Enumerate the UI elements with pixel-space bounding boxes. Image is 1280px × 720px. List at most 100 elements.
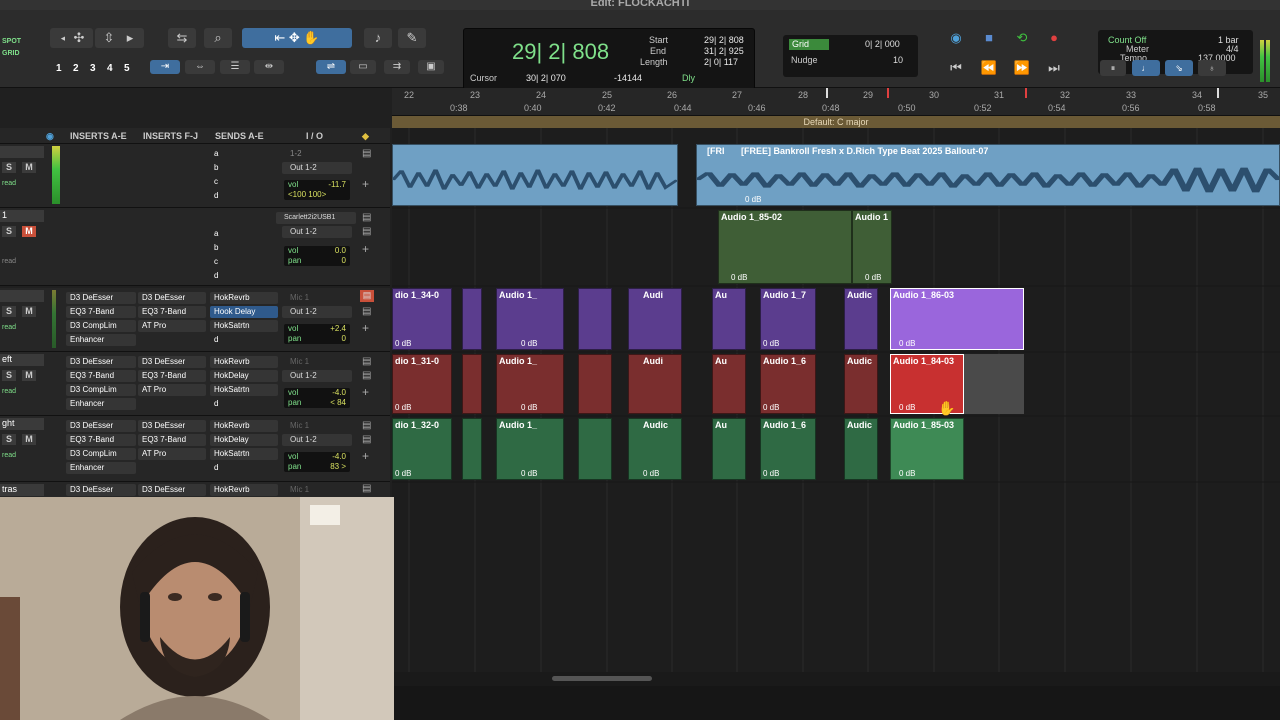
green-clip-4[interactable] <box>578 418 612 480</box>
send-a[interactable]: HokRevrb <box>210 292 278 304</box>
selection-end-marker[interactable] <box>1025 88 1027 98</box>
track-header-lead[interactable]: S M read D3 DeEsser EQ3 7-Band D3 CompLi… <box>0 288 390 352</box>
mute-button[interactable]: M <box>22 370 36 381</box>
midi-merge-icon[interactable]: ⏸ <box>1100 60 1126 76</box>
zoom-preset-2[interactable]: 2 <box>73 63 79 74</box>
input-selector[interactable]: Mic 1 <box>282 292 352 304</box>
track-menu-icon[interactable]: ▤ <box>362 356 371 367</box>
keyboard-focus-icon[interactable]: ▣ <box>418 60 444 74</box>
send-c[interactable]: c <box>210 176 278 188</box>
track-menu-icon[interactable]: ▤ <box>360 290 374 302</box>
purple-clip-1[interactable]: dio 1_34-0 0 dB <box>392 288 452 350</box>
input-selector[interactable]: 1-2 <box>282 148 352 160</box>
volume-pan-display[interactable]: vol +2.4 pan 0 <box>284 324 350 344</box>
track-header-left[interactable]: eft S M read D3 DeEsser EQ3 7-Band D3 Co… <box>0 352 390 416</box>
insert-h[interactable]: AT Pro <box>138 320 206 332</box>
send-d[interactable]: d <box>210 334 278 346</box>
automation-mode[interactable]: read <box>2 180 16 187</box>
automation-mode[interactable]: read <box>2 388 16 395</box>
grid-value[interactable]: 0| 2| 000 <box>865 39 900 49</box>
automation-mode[interactable]: read <box>2 258 16 265</box>
track-menu-icon[interactable]: ▤ <box>362 483 371 494</box>
input-selector[interactable]: Scarlett2i2USB1 <box>276 212 356 224</box>
output-selector[interactable]: Out 1-2 <box>282 370 352 382</box>
solo-button[interactable]: S <box>2 434 16 445</box>
metronome-icon[interactable]: ♁ <box>1198 60 1226 76</box>
start-value[interactable]: 29| 2| 808 <box>704 35 744 45</box>
add-icon[interactable]: + <box>362 321 369 335</box>
purple-clip-86-03-selected[interactable]: Audio 1_86-03 0 dB <box>890 288 1024 350</box>
insert-h[interactable]: AT Pro <box>138 384 206 396</box>
send-d[interactable]: d <box>210 398 278 410</box>
send-c[interactable]: HokSatrtn <box>210 320 278 332</box>
mute-button[interactable]: M <box>22 226 36 237</box>
edit-playlist-area[interactable]: [FRI [FREE] Bankroll Fresh x D.Rich Type… <box>392 128 1280 688</box>
timeline-ruler[interactable]: 22 23 24 25 26 27 28 29 30 31 32 33 34 3… <box>392 88 1280 116</box>
insert-f[interactable]: D3 DeEsser <box>138 420 206 432</box>
tempo-ruler-icon[interactable]: ⇘ <box>1165 60 1193 76</box>
zoomer-tool-icon[interactable]: ⇆ <box>168 28 196 48</box>
green-clip-85-03[interactable]: Audio 1_85-03 0 dB <box>890 418 964 480</box>
track-menu-icon[interactable]: ▤ <box>362 226 371 237</box>
length-value[interactable]: 2| 0| 117 <box>704 57 738 67</box>
track-header-right[interactable]: ght S M read D3 DeEsser EQ3 7-Band D3 Co… <box>0 416 390 482</box>
output-selector[interactable]: Out 1-2 <box>282 434 352 446</box>
send-b[interactable]: HokDelay <box>210 434 278 446</box>
rewind-start-icon[interactable]: ⏮ <box>942 58 970 78</box>
send-d[interactable]: d <box>210 190 278 202</box>
insert-b[interactable]: EQ3 7-Band <box>66 434 136 446</box>
purple-clip-7[interactable]: Audio 1_7 0 dB <box>760 288 816 350</box>
zoom-preset-4[interactable]: 4 <box>107 63 113 74</box>
send-c[interactable]: c <box>210 256 278 268</box>
purple-clip-3[interactable]: Audio 1_ 0 dB <box>496 288 564 350</box>
track-name-left[interactable]: eft <box>0 354 44 366</box>
volume-pan-display[interactable]: vol -11.7 <100 100> <box>284 180 350 200</box>
red-clip-2[interactable] <box>462 354 482 414</box>
track-name-right[interactable]: ght <box>0 418 44 430</box>
grid-mode-icon[interactable]: ⇹ <box>254 60 284 74</box>
automation-mode[interactable]: read <box>2 324 16 331</box>
send-b[interactable]: Hook Delay <box>210 306 278 318</box>
track-menu-icon[interactable]: ▤ <box>362 370 371 381</box>
rewind-icon[interactable]: ⏪ <box>975 58 1003 78</box>
red-clip-8[interactable]: Audic <box>844 354 878 414</box>
spot-mode-icon[interactable]: ☰ <box>220 60 250 74</box>
send-d[interactable]: d <box>210 462 278 474</box>
key-signature-bar[interactable]: Default: C major <box>392 116 1280 128</box>
send-a[interactable]: a <box>210 228 278 240</box>
dly-label[interactable]: Dly <box>682 73 695 83</box>
column-link-icon[interactable]: ◉ <box>46 131 54 142</box>
purple-clip-4[interactable] <box>578 288 612 350</box>
insert-h[interactable]: AT Pro <box>138 448 206 460</box>
scrollbar-thumb[interactable] <box>552 676 652 681</box>
solo-button[interactable]: S <box>2 370 16 381</box>
selection-start-marker[interactable] <box>826 88 828 98</box>
insert-g[interactable]: EQ3 7-Band <box>138 370 206 382</box>
grid-label[interactable]: Grid <box>789 39 829 50</box>
add-icon[interactable]: + <box>362 177 369 191</box>
red-clip-7[interactable]: Audio 1_6 0 dB <box>760 354 816 414</box>
mute-button[interactable]: M <box>22 306 36 317</box>
purple-clip-5[interactable]: Audi <box>628 288 682 350</box>
insert-d[interactable]: Enhancer <box>66 462 136 474</box>
track-name-extras[interactable]: tras <box>0 484 44 496</box>
purple-clip-8[interactable]: Audic <box>844 288 878 350</box>
track-name-beat[interactable] <box>0 146 44 158</box>
record-icon[interactable]: ● <box>1040 28 1068 48</box>
track-header-input[interactable]: 1 S M read a b c d Scarlett2i2USB1 Out 1… <box>0 208 390 286</box>
green-clip-2[interactable] <box>462 418 482 480</box>
insert-a[interactable]: D3 DeEsser <box>66 484 136 496</box>
beat-clip-1[interactable] <box>392 144 678 206</box>
add-icon[interactable]: + <box>362 242 369 256</box>
zoom-preset-3[interactable]: 3 <box>90 63 96 74</box>
zoom-preset-1[interactable]: 1 <box>56 63 62 74</box>
add-icon[interactable]: + <box>362 385 369 399</box>
send-d[interactable]: d <box>210 270 278 282</box>
loop-playback-icon[interactable]: ◉ <box>942 28 970 48</box>
insert-c[interactable]: D3 CompLim <box>66 384 136 396</box>
slip-mode-icon[interactable]: ⇔ <box>185 60 215 74</box>
insert-g[interactable]: EQ3 7-Band <box>138 306 206 318</box>
insert-c[interactable]: D3 CompLim <box>66 320 136 332</box>
end-value[interactable]: 31| 2| 925 <box>704 46 744 56</box>
insert-a[interactable]: D3 DeEsser <box>66 356 136 368</box>
